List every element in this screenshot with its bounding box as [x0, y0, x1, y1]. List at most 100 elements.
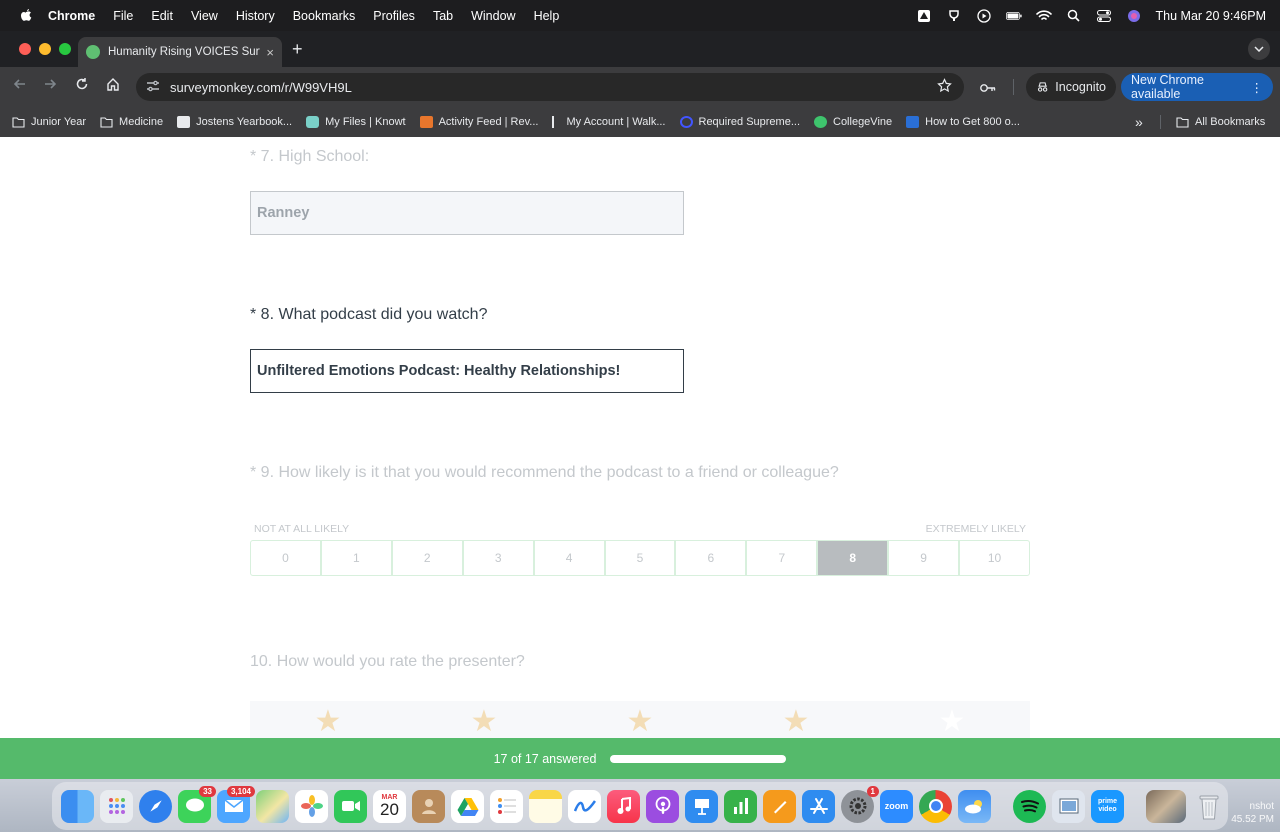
bookmark-label: Junior Year: [31, 116, 87, 128]
nps-option-5[interactable]: 5: [606, 541, 677, 575]
nps-option-6[interactable]: 6: [676, 541, 748, 575]
preview-icon[interactable]: [1052, 789, 1085, 823]
site-settings-icon[interactable]: [146, 80, 160, 95]
new-tab-button[interactable]: +: [292, 39, 303, 60]
nps-option-7[interactable]: 7: [747, 541, 819, 575]
address-bar[interactable]: surveymonkey.com/r/W99VH9L: [136, 73, 964, 101]
calendar-icon[interactable]: MAR 20: [373, 789, 406, 823]
nps-option-3[interactable]: 3: [464, 541, 535, 575]
menu-tab[interactable]: Tab: [433, 9, 453, 23]
bookmark-my-account[interactable]: My Account | Walk...: [552, 116, 666, 128]
weather-icon[interactable]: [958, 789, 991, 823]
bookmark-folder-medicine[interactable]: Medicine: [100, 116, 163, 128]
nps-option-0[interactable]: 0: [251, 541, 322, 575]
spotify-icon[interactable]: [1013, 789, 1046, 823]
star-icon[interactable]: ★: [471, 704, 498, 739]
tab-survey[interactable]: Humanity Rising VOICES Surv ×: [78, 37, 282, 67]
menu-help[interactable]: Help: [534, 9, 560, 23]
bookmark-knowt[interactable]: My Files | Knowt: [306, 116, 406, 128]
numbers-icon[interactable]: [724, 789, 757, 823]
nps-option-1[interactable]: 1: [322, 541, 393, 575]
bookmark-star-icon[interactable]: [937, 77, 952, 97]
podcasts-icon[interactable]: [646, 789, 679, 823]
screenshot-thumbnail[interactable]: nshot 45.52 PM: [1231, 800, 1274, 826]
keynote-icon[interactable]: [685, 789, 718, 823]
address-url[interactable]: surveymonkey.com/r/W99VH9L: [170, 80, 352, 95]
control-center-icon[interactable]: [1096, 9, 1112, 23]
bookmarks-overflow-button[interactable]: »: [1135, 114, 1143, 130]
high-school-input[interactable]: Ranney: [250, 191, 684, 235]
pages-icon[interactable]: [763, 789, 796, 823]
star-icon[interactable]: ★: [939, 704, 966, 739]
bookmark-activity-feed[interactable]: Activity Feed | Rev...: [419, 116, 538, 128]
notes-icon[interactable]: [529, 789, 562, 823]
tab-search-button[interactable]: [1248, 38, 1270, 60]
prime-video-icon[interactable]: prime video: [1091, 789, 1124, 823]
menubar-clock[interactable]: Thu Mar 20 9:46PM: [1156, 9, 1266, 23]
music-icon[interactable]: [607, 789, 640, 823]
menu-profiles[interactable]: Profiles: [373, 9, 415, 23]
bookmark-required-supreme[interactable]: Required Supreme...: [679, 116, 800, 128]
star-icon[interactable]: ★: [783, 704, 810, 739]
arrow-left-icon: [13, 79, 25, 89]
messages-icon[interactable]: 33: [178, 785, 216, 823]
finder-icon[interactable]: [61, 789, 94, 823]
recent-photos-stack-icon[interactable]: [1146, 789, 1186, 823]
wifi-icon[interactable]: [1035, 9, 1052, 23]
google-drive-icon[interactable]: [451, 789, 484, 823]
podcast-input[interactable]: Unfiltered Emotions Podcast: Healthy Rel…: [250, 349, 684, 393]
menu-chrome[interactable]: Chrome: [48, 9, 95, 23]
freeform-icon[interactable]: [568, 789, 601, 823]
bookmark-folder-junior-year[interactable]: Junior Year: [12, 116, 86, 128]
zoom-icon[interactable]: zoom: [880, 789, 913, 823]
trophy-icon[interactable]: [946, 9, 962, 23]
maps-icon[interactable]: [256, 789, 289, 823]
mail-icon[interactable]: 3,104: [217, 785, 255, 823]
contacts-icon[interactable]: [412, 789, 445, 823]
drive-status-icon[interactable]: [916, 9, 932, 23]
bookmark-collegevine[interactable]: CollegeVine: [814, 116, 892, 128]
reminders-icon[interactable]: [490, 789, 523, 823]
nps-option-8[interactable]: 8: [818, 541, 890, 575]
tab-close-icon[interactable]: ×: [266, 45, 274, 60]
menu-view[interactable]: View: [191, 9, 218, 23]
home-button[interactable]: [103, 77, 123, 96]
menu-history[interactable]: History: [236, 9, 275, 23]
menu-file[interactable]: File: [113, 9, 133, 23]
all-bookmarks-button[interactable]: All Bookmarks: [1176, 116, 1265, 128]
menu-bookmarks[interactable]: Bookmarks: [293, 9, 356, 23]
launchpad-icon[interactable]: [100, 789, 133, 823]
zoom-window-button[interactable]: [59, 43, 71, 55]
nps-option-4[interactable]: 4: [535, 541, 606, 575]
star-icon[interactable]: ★: [315, 704, 342, 739]
password-key-icon[interactable]: [979, 81, 997, 99]
nps-option-9[interactable]: 9: [889, 541, 961, 575]
menu-window[interactable]: Window: [471, 9, 515, 23]
search-icon[interactable]: [1066, 9, 1082, 23]
app-store-icon[interactable]: [802, 789, 835, 823]
incognito-indicator[interactable]: Incognito: [1026, 73, 1116, 101]
menu-edit[interactable]: Edit: [151, 9, 173, 23]
chrome-icon[interactable]: [919, 789, 952, 823]
back-button[interactable]: [10, 77, 30, 96]
close-window-button[interactable]: [19, 43, 31, 55]
nps-option-2[interactable]: 2: [393, 541, 464, 575]
bookmark-jostens[interactable]: Jostens Yearbook...: [177, 116, 292, 128]
forward-button[interactable]: [40, 77, 60, 96]
apple-icon[interactable]: [18, 8, 34, 24]
system-settings-icon[interactable]: 1: [841, 785, 879, 823]
star-icon[interactable]: ★: [627, 704, 654, 739]
trash-icon[interactable]: [1192, 790, 1225, 823]
bookmark-how-to-get-800[interactable]: How to Get 800 o...: [906, 116, 1020, 128]
photos-icon[interactable]: [295, 789, 328, 823]
minimize-window-button[interactable]: [39, 43, 51, 55]
battery-icon[interactable]: [1005, 9, 1022, 23]
siri-icon[interactable]: [1126, 9, 1142, 23]
play-icon[interactable]: [976, 8, 992, 23]
nps-option-10[interactable]: 10: [960, 541, 1029, 575]
safari-icon[interactable]: [139, 789, 172, 823]
reload-button[interactable]: [72, 77, 92, 96]
more-menu-icon[interactable]: ⋮: [1251, 80, 1264, 95]
update-chrome-button[interactable]: New Chrome available ⋮: [1121, 73, 1273, 101]
facetime-icon[interactable]: [334, 789, 367, 823]
